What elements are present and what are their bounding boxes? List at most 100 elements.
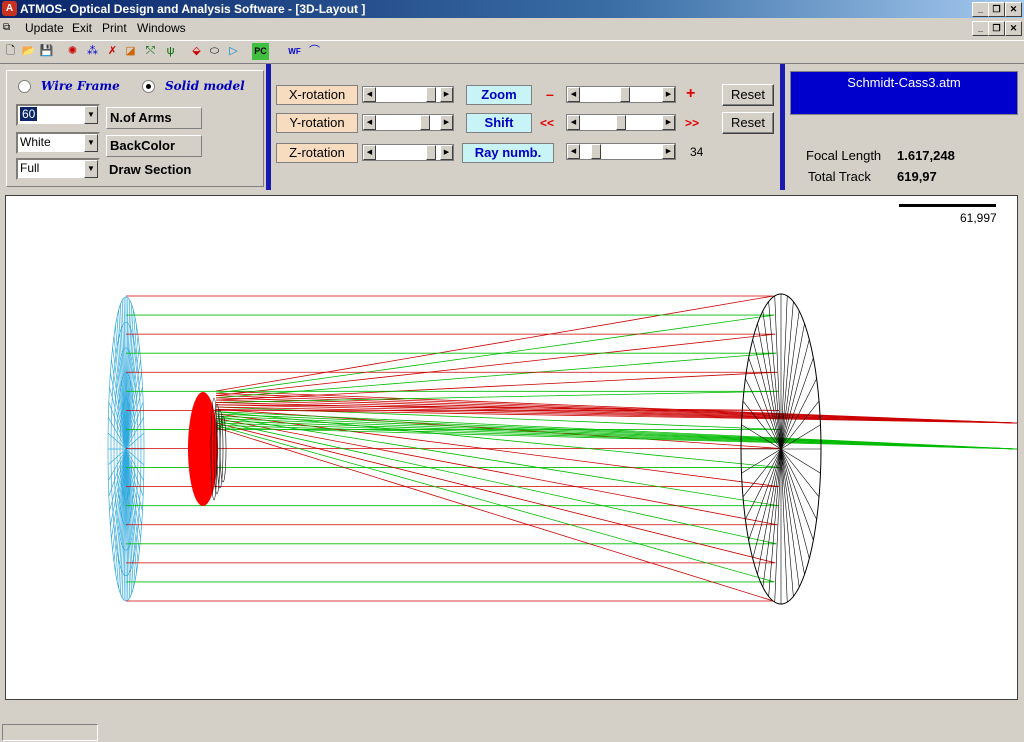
zoom-plus[interactable]: +	[686, 85, 695, 103]
layout-view[interactable]: 61,997	[5, 195, 1018, 700]
status-bar	[0, 722, 1024, 742]
child-close-icon[interactable]: ✕	[1005, 21, 1022, 36]
ray-numb-label: Ray numb.	[462, 143, 554, 163]
shift-scrollbar[interactable]: ◀ ▶	[566, 114, 676, 131]
wire-frame-radio[interactable]	[18, 80, 31, 93]
total-track-value: 619,97	[897, 169, 937, 184]
scroll-right-icon[interactable]: ▶	[662, 87, 675, 102]
child-restore-icon[interactable]: ❐	[988, 21, 1005, 36]
scroll-right-icon[interactable]: ▶	[440, 87, 453, 102]
solid-model-label: Solid model	[165, 79, 245, 93]
child-minimize-icon[interactable]: _	[972, 21, 989, 36]
child-window-icon[interactable]: ⧉	[3, 22, 17, 35]
app-icon[interactable]: A	[2, 1, 17, 16]
filename: Schmidt-Cass3.atm	[847, 75, 961, 90]
corrector-plate	[107, 296, 145, 602]
backcolor-label: BackColor	[106, 135, 202, 157]
new-file-icon[interactable]: 🗋	[2, 43, 19, 60]
ray-segment	[215, 427, 1017, 450]
scroll-right-icon[interactable]: ▶	[440, 145, 453, 160]
section-label: Draw Section	[106, 160, 202, 182]
restore-icon[interactable]: ❐	[988, 2, 1005, 17]
scroll-left-icon[interactable]: ◀	[567, 144, 580, 159]
window-title: ATMOS- Optical Design and Analysis Softw…	[20, 2, 366, 16]
scroll-thumb[interactable]	[426, 87, 437, 102]
scroll-right-icon[interactable]: ▶	[662, 115, 675, 130]
primary-mirror-spoke	[780, 448, 814, 541]
chevron-down-icon[interactable]: ▼	[84, 106, 98, 124]
scroll-right-icon[interactable]: ▶	[662, 144, 675, 159]
chevron-down-icon[interactable]: ▼	[84, 160, 98, 178]
scroll-thumb[interactable]	[616, 115, 626, 130]
scroll-thumb[interactable]	[426, 145, 437, 160]
ray-numb-value: 34	[690, 145, 704, 159]
scroll-left-icon[interactable]: ◀	[567, 87, 580, 102]
scroll-thumb[interactable]	[590, 144, 601, 159]
z-rotation-label: Z-rotation	[276, 143, 358, 163]
wf-label: WF	[288, 47, 301, 56]
open-file-icon[interactable]: 📂	[20, 43, 37, 60]
menu-print[interactable]: Print	[102, 21, 127, 35]
optical-layout-drawing	[107, 293, 1017, 605]
minimize-icon[interactable]: _	[972, 2, 989, 17]
ray-icon[interactable]: ⬙	[188, 43, 205, 60]
shift-right[interactable]: >>	[685, 116, 699, 130]
menu-bar: ⧉ Update Exit Print Windows _ ❐ ✕	[0, 19, 1024, 38]
mtf-icon[interactable]: ✗	[104, 43, 121, 60]
total-track-label: Total Track	[808, 169, 871, 184]
backcolor-value: White	[20, 135, 51, 149]
section-value: Full	[20, 161, 40, 175]
primary-mirror-spoke	[757, 323, 782, 450]
menu-windows[interactable]: Windows	[137, 21, 186, 35]
scroll-left-icon[interactable]: ◀	[363, 145, 376, 160]
primary-mirror-spoke	[768, 301, 782, 450]
zoom-scrollbar[interactable]: ◀ ▶	[566, 86, 676, 103]
ray-numb-scrollbar[interactable]: ◀ ▶	[566, 143, 676, 160]
curve-icon[interactable]: ⌒	[306, 43, 323, 60]
primary-mirror-spoke	[780, 323, 805, 450]
scroll-thumb[interactable]	[619, 87, 630, 102]
zoom-reset-button[interactable]: Reset	[722, 84, 774, 106]
wire-frame-label: Wire Frame	[41, 79, 120, 93]
scroll-left-icon[interactable]: ◀	[567, 115, 580, 130]
arms-value: 60	[20, 107, 38, 121]
x-rotation-scrollbar[interactable]: ◀ ▶	[362, 86, 454, 103]
backcolor-select[interactable]: White ▼	[16, 132, 100, 154]
scroll-right-icon[interactable]: ▶	[440, 115, 453, 130]
solid-model-radio[interactable]	[142, 80, 155, 93]
arms-select[interactable]: 60 ▼	[16, 104, 100, 126]
scroll-left-icon[interactable]: ◀	[363, 87, 376, 102]
z-rotation-scrollbar[interactable]: ◀ ▶	[362, 144, 454, 161]
close-icon[interactable]: ✕	[1005, 2, 1022, 17]
divider	[780, 64, 785, 190]
psf-icon[interactable]: ⤲	[142, 43, 159, 60]
aberration-icon[interactable]: ◪	[122, 43, 139, 60]
secondary-mirror	[188, 392, 218, 506]
lens-edit-icon[interactable]: ⬭	[206, 43, 223, 60]
shift-left[interactable]: <<	[540, 116, 554, 130]
primary-mirror-spoke	[780, 448, 794, 597]
layout-icon[interactable]: ▷	[225, 43, 242, 60]
y-rotation-scrollbar[interactable]: ◀ ▶	[362, 114, 454, 131]
zoom-minus[interactable]: –	[546, 86, 554, 102]
shift-reset-button[interactable]: Reset	[722, 112, 774, 134]
wf-icon[interactable]: WF	[286, 43, 303, 60]
primary-mirror-spoke	[748, 357, 782, 450]
menu-update[interactable]: Update	[25, 21, 64, 35]
menu-exit[interactable]: Exit	[72, 21, 92, 35]
primary-mirror-spoke	[780, 301, 794, 450]
status-panel	[2, 724, 98, 741]
ray-fan-icon[interactable]: ψ	[162, 43, 179, 60]
scroll-left-icon[interactable]: ◀	[363, 115, 376, 130]
save-icon[interactable]: 💾	[38, 43, 55, 60]
primary-mirror	[741, 294, 821, 604]
primary-mirror-spoke	[780, 357, 814, 450]
primary-mirror-spoke	[742, 448, 782, 498]
pc-icon[interactable]: PC	[252, 43, 269, 60]
scroll-thumb[interactable]	[420, 115, 431, 130]
section-select[interactable]: Full ▼	[16, 158, 100, 180]
lens-icon[interactable]: ✺	[64, 43, 81, 60]
chevron-down-icon[interactable]: ▼	[84, 134, 98, 152]
shift-label: Shift	[466, 113, 532, 133]
spot-icon[interactable]: ⁂	[84, 43, 101, 60]
